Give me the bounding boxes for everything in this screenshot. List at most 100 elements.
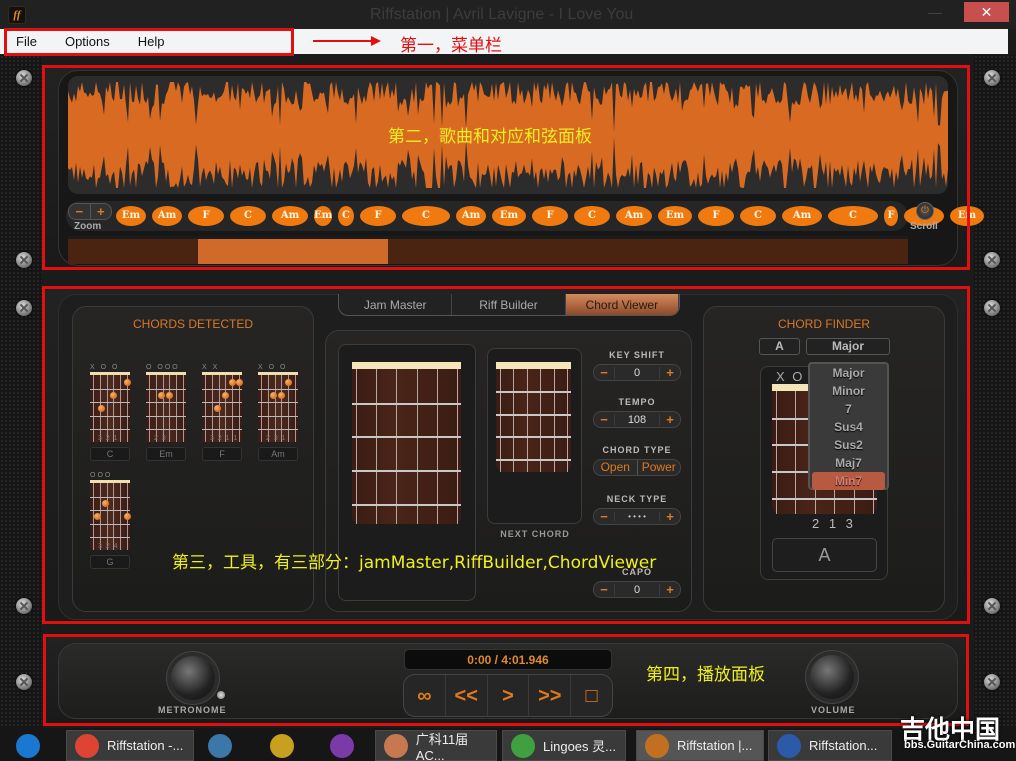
chord-pill[interactable]: Am [456, 206, 486, 226]
mini-chord-fretboard[interactable] [90, 480, 131, 550]
string-line [120, 483, 122, 550]
mini-chord-name[interactable]: F [202, 447, 242, 461]
chord-pill[interactable]: C [740, 206, 776, 226]
tab-riff-builder[interactable]: Riff Builder [452, 294, 566, 315]
mini-chord-top-marks: X X [202, 364, 220, 371]
chord-pill[interactable]: F [698, 206, 734, 226]
chord-pill[interactable]: F [532, 206, 568, 226]
taskbar-button[interactable]: Riffstation |... [636, 730, 764, 761]
chord-pill[interactable]: Am [782, 206, 822, 226]
fret-line [202, 402, 242, 403]
mini-chord-fretboard[interactable] [90, 372, 131, 442]
capo-plus-button[interactable]: + [660, 582, 680, 597]
string-line [261, 375, 262, 442]
mini-chord-top-marks: OOO [90, 472, 113, 479]
chord-pill[interactable]: Em [314, 206, 332, 226]
menu-help[interactable]: Help [138, 34, 165, 49]
mini-chord-fretboard[interactable] [202, 372, 243, 442]
chord-pill[interactable]: C [402, 206, 450, 226]
screw-icon [16, 598, 32, 614]
string-line [540, 369, 542, 472]
key-shift-stepper: − 0 + [593, 364, 681, 381]
chord-pill[interactable]: Em [492, 206, 526, 226]
taskbar-button[interactable] [200, 730, 250, 761]
fast-forward-button[interactable]: >> [529, 675, 572, 716]
menu-file[interactable]: File [16, 34, 37, 49]
mini-chord-name[interactable]: C [90, 447, 130, 461]
taskbar-button[interactable]: 广科11届AC... [375, 730, 497, 761]
key-shift-plus-button[interactable]: + [660, 365, 680, 380]
overview-waveform[interactable] [68, 236, 908, 264]
dropdown-option-sus2[interactable]: Sus2 [810, 436, 887, 454]
taskbar-button-label: 广科11届AC... [415, 731, 469, 761]
chord-pill[interactable]: C [338, 206, 354, 226]
play-button[interactable]: > [488, 675, 530, 716]
chord-pill[interactable]: F [360, 206, 396, 226]
chord-pill[interactable]: C [574, 206, 610, 226]
riffstation-icon [645, 733, 669, 758]
chord-pill[interactable]: C [828, 206, 878, 226]
taskbar-button[interactable] [322, 730, 372, 761]
taskbar-button[interactable]: Riffstation -... [66, 730, 194, 761]
taskbar-button[interactable] [262, 730, 312, 761]
tempo-plus-button[interactable]: + [660, 412, 680, 427]
taskbar-button-label: Riffstation... [809, 738, 878, 753]
chord-quality-select[interactable]: Major [806, 338, 890, 355]
volume-knob[interactable] [810, 655, 854, 699]
zoom-in-button[interactable]: + [89, 204, 112, 219]
taskbar-button[interactable] [8, 730, 56, 761]
dropdown-option-7[interactable]: 7 [810, 400, 887, 418]
chord-type-toggle: Open Power [593, 459, 681, 476]
mini-chord-fretboard[interactable] [258, 372, 298, 442]
string-line [120, 375, 122, 442]
taskbar-button-label: Riffstation -... [107, 738, 184, 753]
fret-line [258, 388, 298, 390]
string-line [155, 375, 157, 442]
string-line [106, 483, 108, 550]
chord-pill[interactable]: Em [950, 206, 984, 226]
annotation-tools: 第三，工具，有三部分：jamMaster,RiffBuilder,ChordVi… [172, 553, 657, 573]
tempo-minus-button[interactable]: − [594, 412, 614, 427]
zoom-out-button[interactable]: − [69, 204, 90, 219]
metronome-knob[interactable] [171, 656, 215, 700]
loop-button[interactable]: ∞ [404, 675, 446, 716]
rewind-button[interactable]: << [446, 675, 488, 716]
mini-chord-name[interactable]: Am [258, 447, 298, 461]
mini-chord-name[interactable]: Em [146, 447, 186, 461]
chord-pill[interactable]: Em [116, 206, 146, 226]
scroll-toggle-button[interactable]: ⏻ [916, 202, 934, 220]
key-shift-minus-button[interactable]: − [594, 365, 614, 380]
close-button[interactable]: ✕ [964, 2, 1009, 22]
neck-type-plus-button[interactable]: + [660, 509, 680, 524]
chord-pill[interactable]: Am [272, 206, 308, 226]
dropdown-option-minor[interactable]: Minor [810, 382, 887, 400]
chord-pill[interactable]: C [230, 206, 266, 226]
menu-options[interactable]: Options [65, 34, 110, 49]
stop-button[interactable]: □ [571, 675, 612, 716]
dropdown-option-maj7[interactable]: Maj7 [810, 454, 887, 472]
chord-root-select[interactable]: A [759, 338, 800, 355]
chord-pill[interactable]: F [884, 206, 898, 226]
taskbar-button[interactable]: Riffstation... [768, 730, 892, 761]
chord-type-open-button[interactable]: Open [594, 460, 637, 475]
minimize-button[interactable]: — [916, 5, 954, 22]
tab-jam-master[interactable]: Jam Master [339, 294, 453, 315]
chord-pill[interactable]: Am [152, 206, 182, 226]
screw-icon [984, 300, 1000, 316]
chord-finder-fingering: 2 1 3 [812, 516, 856, 531]
screw-icon [984, 252, 1000, 268]
chord-pill[interactable]: Em [658, 206, 692, 226]
neck-type-minus-button[interactable]: − [594, 509, 614, 524]
dropdown-option-sus4[interactable]: Sus4 [810, 418, 887, 436]
chord-pill[interactable]: F [188, 206, 224, 226]
chord-pill[interactable]: Am [616, 206, 652, 226]
fret-line [90, 388, 130, 390]
tab-chord-viewer[interactable]: Chord Viewer [565, 294, 679, 315]
mini-chord-fretboard[interactable] [146, 372, 186, 442]
dropdown-option-min7[interactable]: Min7 [812, 472, 885, 490]
capo-minus-button[interactable]: − [594, 582, 614, 597]
taskbar-button[interactable]: Lingoes 灵... [502, 730, 626, 761]
chord-type-power-button[interactable]: Power [636, 460, 681, 475]
dropdown-option-major[interactable]: Major [810, 364, 887, 382]
mini-chord-name[interactable]: G [90, 555, 130, 569]
